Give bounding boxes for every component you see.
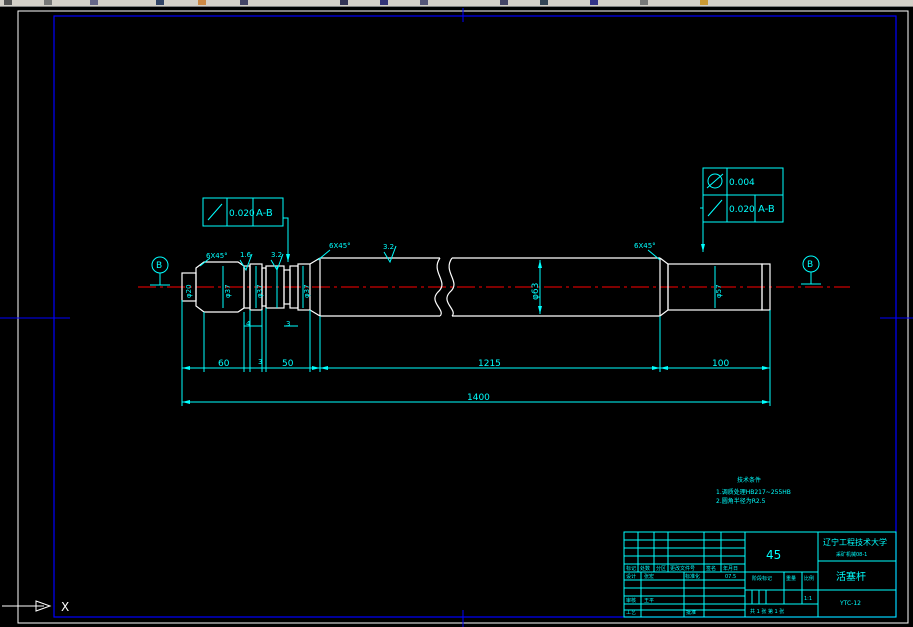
ucs-x-label: X	[61, 600, 69, 614]
class-name: 采矿机械08-1	[836, 551, 867, 558]
scale-value: 1:1	[804, 596, 812, 602]
drawing-canvas[interactable]: B B 0.020 A-B 0.004 0.020 A-B 6X45° 6X45…	[0, 7, 913, 627]
ucs-icon	[2, 600, 52, 612]
zoom-window-icon[interactable]	[198, 0, 206, 5]
dim-seg2: 50	[282, 359, 294, 369]
dim-total: 1400	[467, 393, 490, 403]
col-header: 分区	[656, 565, 666, 572]
part-name: 活塞杆	[836, 570, 866, 583]
review-label: 审核	[626, 597, 636, 604]
drawing-number: YTC-12	[839, 600, 861, 607]
zoom-icon[interactable]	[156, 0, 164, 5]
color-icon[interactable]	[540, 0, 548, 5]
datum-b-right: B	[807, 260, 813, 270]
frame-ticks	[0, 8, 913, 627]
tolerance-frames	[202, 167, 784, 227]
col-header: 更改文件号	[670, 565, 695, 572]
roughness-label: 3.2	[271, 251, 282, 259]
linetype-icon[interactable]	[590, 0, 598, 5]
plot-style-icon[interactable]	[700, 0, 708, 5]
reviewer-name: 王平	[644, 598, 654, 604]
dim-seg1: 60	[218, 359, 230, 369]
tolerance-right-bottom-datum: A-B	[758, 204, 775, 215]
tolerance-left-value: 0.020	[229, 209, 255, 219]
design-center-icon[interactable]	[380, 0, 388, 5]
chamfer-label: 6X45°	[329, 242, 351, 250]
chamfer-label: 6X45°	[206, 252, 228, 260]
design-label: 设计	[626, 573, 636, 580]
material: 45	[766, 548, 781, 562]
col-header: 标记	[626, 565, 636, 572]
date-value: 07.5	[725, 574, 736, 580]
zoom-previous-icon[interactable]	[240, 0, 248, 5]
layer-icon[interactable]	[500, 0, 508, 5]
dimension-lines	[150, 207, 821, 406]
diameter-label: φ37	[224, 284, 232, 298]
pan-icon[interactable]	[90, 0, 98, 5]
process-label: 工艺	[626, 610, 636, 616]
school-name: 辽宁工程技术大学	[823, 537, 887, 547]
chamfer-label: 6X45°	[634, 242, 656, 250]
tolerance-right-bottom-value: 0.020	[729, 205, 755, 215]
diameter-label: φ37	[256, 284, 264, 298]
stage-mark-label: 阶段标记	[752, 575, 772, 582]
dimension-arrows	[182, 244, 770, 404]
tool-palette-icon[interactable]	[420, 0, 428, 5]
properties-icon[interactable]	[340, 0, 348, 5]
undo-icon[interactable]	[4, 0, 12, 5]
notes-line: 2.圆角半径为R2.5	[716, 497, 766, 505]
diameter-label: φ37	[303, 284, 311, 298]
sheet-border	[17, 10, 909, 624]
standardize-label: 标准化	[685, 573, 700, 580]
notes-line: 1.调质处理HB217~255HB	[716, 488, 791, 496]
toolbar	[0, 0, 913, 7]
col-header: 年月日	[723, 565, 738, 572]
datum-b-left: B	[156, 261, 162, 271]
col-header: 处数	[640, 565, 650, 572]
diameter-label: φ63	[531, 283, 541, 300]
col-header: 签名	[706, 565, 716, 572]
redo-icon[interactable]	[44, 0, 52, 5]
notes-title: 技术条件	[737, 476, 761, 484]
small-dim-label: 3	[286, 320, 290, 328]
designer-name: 张宏	[644, 573, 654, 580]
small-dim-label: 3	[258, 358, 262, 366]
sheet-count: 共 1 张 第 1 张	[750, 608, 784, 615]
roughness-label: 1.6	[240, 251, 252, 259]
approve-label: 批准	[686, 609, 696, 616]
diameter-label: φ57	[715, 284, 723, 298]
tolerance-left-datum: A-B	[256, 208, 273, 219]
dim-seg4: 100	[712, 359, 729, 369]
scale-label: 比例	[804, 575, 814, 582]
dim-seg3: 1215	[478, 359, 501, 369]
lineweight-icon[interactable]	[640, 0, 648, 5]
weight-label: 重量	[786, 575, 796, 582]
roughness-label: 3.2	[383, 243, 394, 251]
tolerance-right-top-value: 0.004	[729, 178, 755, 188]
small-dim-label: 4	[246, 320, 251, 328]
diameter-label: φ20	[185, 284, 193, 298]
